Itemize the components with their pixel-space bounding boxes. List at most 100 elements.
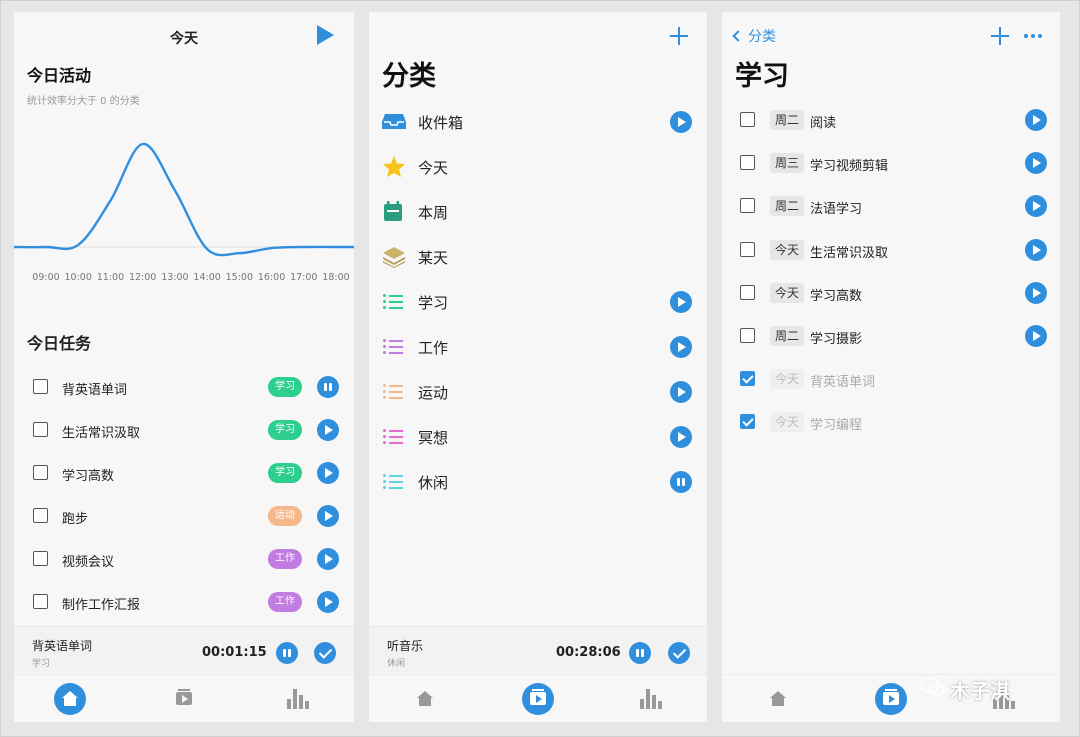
task-label: 背英语单词 [810,375,876,391]
pause-button[interactable] [670,471,692,493]
list-icon [383,339,403,355]
task-checkbox[interactable] [33,379,48,394]
task-row[interactable]: 今天 学习编程 [722,402,1060,442]
category-row[interactable]: 今天 [369,145,707,189]
task-row[interactable]: 今天 学习高数 [722,273,1060,313]
play-button[interactable] [317,505,339,527]
task-label: 学习摄影 [810,332,863,347]
play-button[interactable] [317,591,339,613]
task-checkbox[interactable] [33,422,48,437]
task-checkbox[interactable] [740,414,755,430]
page-title: 分类 [382,61,436,92]
play-button[interactable] [1025,325,1047,347]
play-button[interactable] [317,462,339,484]
activity-title: 今日活动 [27,66,92,85]
add-category-icon[interactable] [670,27,688,45]
task-row[interactable]: 今天 背英语单词 [722,359,1060,399]
play-button[interactable] [1025,152,1047,175]
pause-button[interactable] [317,376,339,398]
play-button[interactable] [317,419,339,441]
list-icon [383,474,403,490]
task-row[interactable]: 跑步 运动 [14,496,354,536]
play-button[interactable] [1025,281,1047,304]
back-label: 分类 [748,29,776,45]
task-checkbox[interactable] [33,508,48,523]
task-row[interactable]: 今天 生活常识汲取 [722,230,1060,270]
current-timer-bar[interactable]: 听音乐 休闲 00:28:06 [369,626,707,674]
task-row[interactable]: 周二 法语学习 [722,186,1060,226]
play-button[interactable] [317,548,339,570]
tab-timer[interactable] [168,683,200,715]
task-checkbox[interactable] [33,465,48,480]
play-button[interactable] [670,426,692,448]
task-row[interactable]: 学习高数 学习 [14,453,354,493]
complete-button[interactable] [668,642,690,664]
task-row[interactable]: 制作工作汇报 工作 [14,582,354,622]
complete-button[interactable] [314,642,336,664]
tab-home[interactable] [409,683,441,715]
task-checkbox[interactable] [740,112,755,127]
tab-stats[interactable] [287,689,309,709]
elapsed-time: 00:01:15 [202,645,267,660]
play-button[interactable] [1025,195,1047,218]
play-button[interactable] [670,291,692,313]
category-row[interactable]: 冥想 [369,415,707,459]
task-row[interactable]: 周三 学习视频剪辑 [722,143,1060,183]
play-button[interactable] [670,381,692,403]
category-row[interactable]: 学习 [369,280,707,324]
tab-home[interactable] [762,683,794,715]
task-row[interactable]: 周二 学习摄影 [722,316,1060,356]
category-row[interactable]: 某天 [369,235,707,279]
task-checkbox[interactable] [740,284,755,300]
category-row[interactable]: 本周 [369,190,707,234]
tab-stats[interactable] [640,689,662,709]
task-label: 生活常识汲取 [62,426,141,441]
task-checkbox[interactable] [740,371,755,387]
task-checkbox[interactable] [740,198,755,214]
elapsed-time: 00:28:06 [556,645,621,660]
tab-home[interactable] [54,683,86,715]
more-icon[interactable] [1024,34,1044,38]
play-button[interactable] [1025,238,1047,261]
today-screen: 今天 今日活动 统计效率分大于 0 的分类 09:00 10:00 11:00 12:… [14,12,354,722]
layers-icon [383,247,405,268]
task-checkbox[interactable] [33,551,48,566]
task-row[interactable]: 生活常识汲取 学习 [14,410,354,450]
category-row[interactable]: 收件箱 [369,100,707,144]
x-tick-label: 10:00 [65,272,92,283]
play-button[interactable] [1025,109,1047,131]
home-icon [62,691,78,706]
task-row[interactable]: 周二 阅读 [722,100,1060,140]
current-task-category: 休闲 [387,659,406,669]
back-button[interactable]: 分类 [732,26,776,46]
task-row[interactable]: 背英语单词 学习 [14,367,354,407]
watermark-text: 木子淇 [950,679,1010,703]
current-timer-bar[interactable]: 背英语单词 学习 00:01:15 [14,626,354,674]
current-task-title: 听音乐 [387,639,424,653]
start-timer-icon[interactable] [317,25,334,45]
task-row[interactable]: 视频会议 工作 [14,539,354,579]
task-checkbox[interactable] [740,241,755,257]
task-checkbox[interactable] [740,328,755,343]
pause-button[interactable] [629,642,651,664]
add-task-icon[interactable] [991,27,1009,45]
tab-timer[interactable] [875,683,907,715]
pause-button[interactable] [276,642,298,664]
category-row[interactable]: 运动 [369,370,707,414]
task-checkbox[interactable] [33,594,48,609]
category-row[interactable]: 工作 [369,325,707,369]
task-checkbox[interactable] [740,155,755,171]
category-label: 休闲 [418,474,449,492]
category-tag: 工作 [268,549,302,569]
x-tick-label: 12:00 [129,272,156,283]
study-category-screen: 分类 学习 周二 阅读 周三 学习视频剪辑 周二 法语学习 今天 生活常识汲取 今天 学习高数 周二… [722,12,1060,722]
category-row[interactable]: 休闲 [369,460,707,504]
home-icon [417,691,433,706]
chevron-left-icon [732,30,744,42]
day-tag: 周三 [770,153,804,174]
play-button[interactable] [670,336,692,358]
category-label: 本周 [418,204,449,222]
tab-timer[interactable] [522,683,554,715]
play-button[interactable] [670,111,692,133]
x-tick-label: 11:00 [97,272,124,283]
